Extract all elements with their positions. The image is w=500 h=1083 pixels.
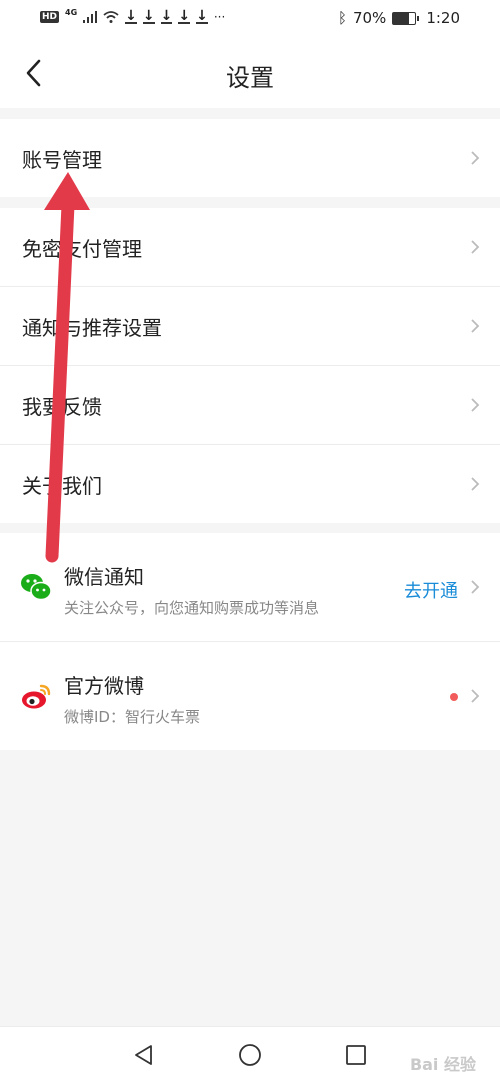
chevron-right-icon	[471, 398, 480, 412]
download-icon: ↓	[125, 8, 137, 24]
status-bar: HD 4G ↓ ↓ ↓ ↓ ↓ ··· ᛒ 70% 1:20	[0, 0, 500, 38]
row-label: 我要反馈	[22, 394, 102, 419]
circle-home-icon	[239, 1044, 261, 1066]
row-label: 关于我们	[22, 473, 102, 498]
clock: 1:20	[426, 9, 460, 27]
wechat-enable-link[interactable]: 去开通	[404, 577, 458, 603]
row-label: 通知与推荐设置	[22, 315, 162, 340]
chevron-right-icon	[471, 240, 480, 254]
chevron-right-icon	[471, 580, 480, 594]
title-bar: 设置	[0, 38, 500, 108]
square-recents-icon	[346, 1045, 366, 1065]
chevron-right-icon	[471, 477, 480, 491]
row-label: 账号管理	[22, 147, 102, 172]
row-notification-settings[interactable]: 通知与推荐设置	[0, 287, 500, 366]
row-about-us[interactable]: 关于我们	[0, 445, 500, 523]
weibo-subtitle: 微博ID：智行火车票	[64, 708, 200, 726]
battery-percent: 70%	[352, 9, 387, 27]
wechat-subtitle: 关注公众号，向您通知购票成功等消息	[64, 599, 320, 617]
system-nav-bar: Bai 经验	[0, 1026, 500, 1083]
page-title: 设置	[226, 64, 274, 92]
download-icon: ↓	[142, 8, 155, 24]
row-wechat-notification[interactable]: 微信通知 关注公众号，向您通知购票成功等消息 去开通	[0, 533, 500, 642]
hd-icon: HD	[40, 11, 60, 23]
nav-back-button[interactable]	[130, 1041, 158, 1069]
row-label: 免密支付管理	[22, 236, 142, 261]
network-type: 4G	[65, 7, 78, 17]
social-group: 微信通知 关注公众号，向您通知购票成功等消息 去开通 官方微博 微博ID：智行火…	[0, 533, 500, 750]
download-icon: ↓	[160, 8, 173, 24]
unread-dot	[450, 693, 458, 701]
wechat-title: 微信通知	[64, 565, 144, 589]
triangle-back-icon	[135, 1045, 152, 1065]
row-account-management[interactable]: 账号管理	[0, 119, 500, 197]
chevron-right-icon	[471, 689, 480, 703]
battery-icon	[392, 11, 420, 25]
row-official-weibo[interactable]: 官方微博 微博ID：智行火车票	[0, 642, 500, 750]
row-password-free-payment[interactable]: 免密支付管理	[0, 208, 500, 287]
signal-icon	[83, 11, 98, 23]
weibo-icon	[22, 684, 51, 709]
wifi-icon	[103, 11, 119, 23]
wechat-icon	[21, 574, 52, 601]
bluetooth-icon: ᛒ	[337, 9, 347, 27]
nav-home-button[interactable]	[236, 1041, 264, 1069]
battery-fill	[393, 12, 409, 24]
chevron-right-icon	[471, 319, 480, 333]
nav-recents-button[interactable]	[342, 1041, 370, 1069]
account-group: 账号管理	[0, 119, 500, 197]
download-icon: ↓	[196, 8, 208, 24]
more-icon: ···	[213, 10, 226, 24]
chevron-right-icon	[471, 151, 480, 165]
row-feedback[interactable]: 我要反馈	[0, 366, 500, 445]
settings-group: 免密支付管理 通知与推荐设置 我要反馈 关于我们	[0, 208, 500, 523]
weibo-title: 官方微博	[64, 674, 144, 698]
download-icon: ↓	[178, 8, 191, 24]
watermark: Bai 经验	[409, 1055, 476, 1074]
